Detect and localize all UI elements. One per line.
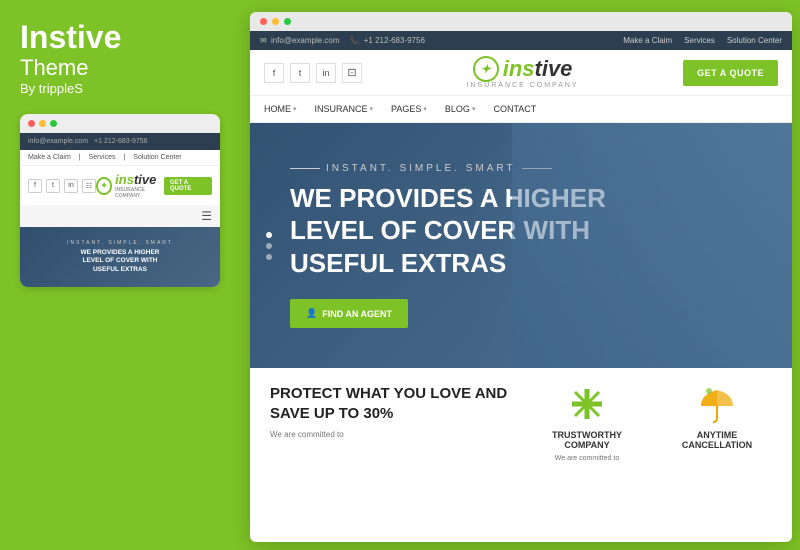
nav-blog[interactable]: BLOG ▾	[445, 104, 476, 114]
nav-pages-arrow: ▾	[423, 105, 427, 113]
hero-dot-3[interactable]	[266, 254, 272, 260]
browser-topbar-right: Make a Claim Services Solution Center	[623, 36, 782, 45]
browser-dot-green	[284, 18, 291, 25]
hero-dot-1[interactable]	[266, 232, 272, 238]
nav-pages-label: PAGES	[391, 104, 421, 114]
left-panel: Instive Theme By trippleS info@example.c…	[0, 0, 240, 550]
theme-title: Instive Theme	[20, 20, 220, 81]
trustworthy-title: TRUSTWORTHY COMPANY	[532, 430, 642, 450]
browser-window: ✉ info@example.com 📞 +1 212-683-9756 Mak…	[250, 12, 792, 542]
browser-claim-link[interactable]: Make a Claim	[623, 36, 672, 45]
browser-twitter-icon[interactable]: t	[290, 63, 310, 83]
browser-facebook-icon[interactable]: f	[264, 63, 284, 83]
browser-nav: HOME ▾ INSURANCE ▾ PAGES ▾ BLOG ▾ CONTAC…	[250, 96, 792, 123]
small-preview-card: info@example.com +1 212-683-9756 Make a …	[20, 114, 220, 287]
browser-chrome	[250, 12, 792, 31]
nav-insurance[interactable]: INSURANCE ▾	[315, 104, 374, 114]
preview-facebook-icon[interactable]: f	[28, 179, 42, 193]
phone-icon: 📞	[350, 36, 360, 45]
feature-trustworthy: TRUSTWORTHY COMPANY We are committed to	[532, 384, 642, 464]
browser-solution-link[interactable]: Solution Center	[727, 36, 782, 45]
nav-insurance-arrow: ▾	[370, 105, 374, 113]
preview-get-quote-btn[interactable]: GET A QUOTE	[164, 177, 212, 195]
preview-logo-area: f t in ☷ ✦ instive INSURANCE COMPANY GET…	[20, 166, 220, 205]
preview-social: f t in ☷	[28, 179, 96, 193]
dot-green	[50, 120, 57, 127]
nav-home-label: HOME	[264, 104, 291, 114]
browser-bottom-left: PROTECT WHAT YOU LOVE AND SAVE UP TO 30%…	[270, 384, 512, 464]
browser-linkedin-icon[interactable]: in	[316, 63, 336, 83]
bottom-protect-text: We are committed to	[270, 429, 512, 441]
preview-hero-tag: INSTANT. SIMPLE. SMART	[67, 240, 173, 246]
get-quote-button[interactable]: GET A QUOTE	[683, 60, 778, 86]
preview-twitter-icon[interactable]: t	[46, 179, 60, 193]
bottom-protect-title: PROTECT WHAT YOU LOVE AND SAVE UP TO 30%	[270, 384, 512, 423]
nav-pages[interactable]: PAGES ▾	[391, 104, 427, 114]
nav-home[interactable]: HOME ▾	[264, 104, 297, 114]
preview-instagram-icon[interactable]: ☷	[82, 179, 96, 193]
preview-topbar: info@example.com +1 212-683-9756	[20, 133, 220, 150]
preview-logo-sub: INSURANCE COMPANY	[115, 187, 164, 199]
cancellation-umbrella-icon	[697, 384, 737, 424]
browser-hero: INSTANT. SIMPLE. SMART WE PROVIDES A HIG…	[250, 123, 792, 368]
browser-bottom: PROTECT WHAT YOU LOVE AND SAVE UP TO 30%…	[250, 368, 792, 480]
preview-phone: +1 212-683-9756	[94, 138, 148, 145]
browser-dot-red	[260, 18, 267, 25]
dot-yellow	[39, 120, 46, 127]
cancellation-title: ANYTIME CANCELLATION	[662, 430, 772, 450]
preview-logo-shield: ✦	[96, 177, 112, 195]
browser-email: ✉ info@example.com	[260, 36, 340, 45]
browser-logo: ✦ instive INSURANCE COMPANY	[467, 56, 579, 89]
browser-instagram-icon[interactable]: ⊡	[342, 63, 362, 83]
find-agent-button[interactable]: 👤 FIND AN AGENT	[290, 299, 408, 328]
nav-insurance-label: INSURANCE	[315, 104, 368, 114]
browser-logo-shield-icon: ✦	[473, 56, 499, 82]
cancellation-icon-wrap	[697, 384, 737, 424]
hero-bg-overlay	[512, 123, 792, 368]
hamburger-icon[interactable]: ☰	[201, 209, 212, 223]
browser-services-link[interactable]: Services	[684, 36, 715, 45]
card-dots	[20, 114, 220, 133]
preview-logo-text: instive	[115, 172, 156, 187]
trustworthy-text: We are committed to	[555, 454, 619, 464]
browser-logo-bar: f t in ⊡ ✦ instive INSURANCE COMPANY GET…	[250, 50, 792, 96]
nav-blog-label: BLOG	[445, 104, 470, 114]
dot-red	[28, 120, 35, 127]
nav-contact-label: CONTACT	[493, 104, 536, 114]
find-agent-icon: 👤	[306, 308, 317, 319]
nav-blog-arrow: ▾	[472, 105, 476, 113]
preview-claim: Make a Claim	[28, 154, 71, 161]
trustworthy-cross-icon	[567, 384, 607, 424]
browser-phone: 📞 +1 212-683-9756	[350, 36, 425, 45]
theme-by: By trippleS	[20, 81, 220, 96]
preview-logo: ✦ instive INSURANCE COMPANY	[96, 172, 164, 199]
preview-linkedin-icon[interactable]: in	[64, 179, 78, 193]
hero-dot-2[interactable]	[266, 243, 272, 249]
nav-contact[interactable]: CONTACT	[493, 104, 536, 114]
preview-hero-title: WE PROVIDES A HIGHERLEVEL OF COVER WITHU…	[81, 249, 160, 274]
preview-menu-bar: ☰	[20, 205, 220, 227]
browser-logo-text: instive	[503, 58, 573, 80]
preview-nav-btns: Make a Claim | Services | Solution Cente…	[20, 150, 220, 166]
preview-solution: Solution Center	[133, 154, 181, 161]
feature-cancellation: ANYTIME CANCELLATION	[662, 384, 772, 464]
browser-topbar: ✉ info@example.com 📞 +1 212-683-9756 Mak…	[250, 31, 792, 50]
browser-social: f t in ⊡	[264, 63, 362, 83]
preview-email: info@example.com	[28, 138, 88, 145]
preview-services: Services	[89, 154, 116, 161]
hero-dots	[266, 232, 272, 260]
browser-logo-sub: INSURANCE COMPANY	[467, 82, 579, 89]
preview-hero: INSTANT. SIMPLE. SMART WE PROVIDES A HIG…	[20, 227, 220, 287]
trustworthy-icon-wrap	[567, 384, 607, 424]
nav-home-arrow: ▾	[293, 105, 297, 113]
browser-dot-yellow	[272, 18, 279, 25]
email-icon: ✉	[260, 36, 267, 45]
find-agent-label: FIND AN AGENT	[322, 309, 392, 319]
